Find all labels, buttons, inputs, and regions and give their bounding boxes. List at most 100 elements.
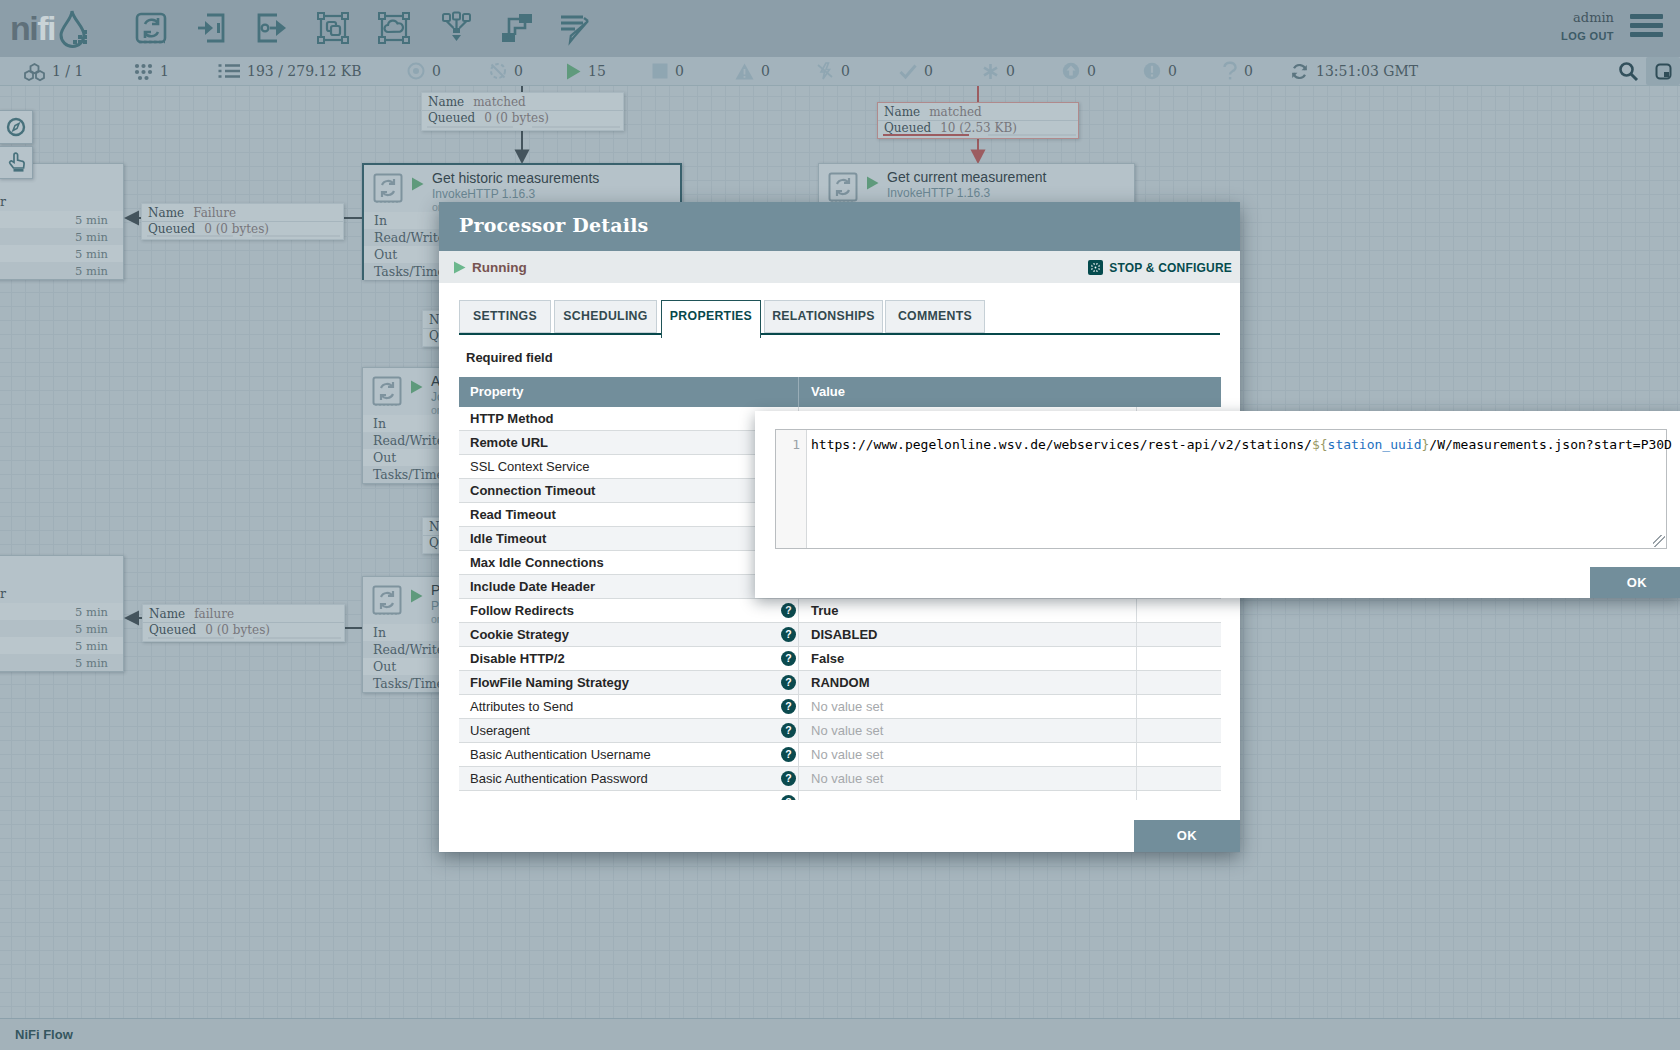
queued-icon xyxy=(218,63,240,79)
search-icon xyxy=(1618,61,1639,82)
connection-label-failure-bottom[interactable]: Namefailure Queued0 (0 bytes) xyxy=(142,604,345,642)
processor-left-top-cut[interactable]: 5 min 5 min 5 min 5 min xyxy=(0,163,124,280)
help-icon[interactable]: ? xyxy=(781,651,796,666)
run-status-icon xyxy=(411,177,424,191)
active-threads-count: 1 xyxy=(160,63,169,79)
property-row[interactable]: Basic Authentication Password?No value s… xyxy=(459,767,1221,791)
stat-row: 5 min xyxy=(0,637,123,654)
disabled-icon xyxy=(816,62,834,80)
stat-row: 5 min xyxy=(0,228,123,245)
stat-transmitting: 0 xyxy=(407,57,441,85)
not-transmitting-count: 0 xyxy=(514,63,523,79)
property-row[interactable]: FlowFile Naming Strategy?RANDOM xyxy=(459,671,1221,695)
stopped-count: 0 xyxy=(675,63,684,79)
global-menu-icon[interactable] xyxy=(1630,14,1663,42)
run-status-icon xyxy=(866,176,879,190)
nifi-drop-icon xyxy=(58,9,91,47)
editor-code-line[interactable]: https://www.pegelonline.wsv.de/webservic… xyxy=(811,437,1661,452)
property-column-header: Property xyxy=(459,377,799,407)
operate-palette-button[interactable] xyxy=(0,146,33,179)
line-number: 1 xyxy=(792,437,800,452)
invalid-icon xyxy=(735,63,754,80)
output-port-tool-icon[interactable] xyxy=(255,11,289,45)
input-port-tool-icon[interactable] xyxy=(195,11,229,45)
template-tool-icon[interactable] xyxy=(500,11,534,45)
property-row[interactable]: Useragent?No value set xyxy=(459,719,1221,743)
run-status-icon xyxy=(410,589,423,603)
help-icon[interactable]: ? xyxy=(781,723,796,738)
running-icon xyxy=(566,63,581,80)
connection-label-matched-red[interactable]: Namematched Queued10 (2.53 KB) xyxy=(877,102,1079,139)
cluster-count: 1 / 1 xyxy=(52,63,83,79)
invalid-count: 0 xyxy=(761,63,770,79)
backpressure-object-bar xyxy=(427,126,513,129)
footer-bar: NiFi Flow xyxy=(0,1018,1680,1050)
processor-left-bottom-cut[interactable]: 5 min 5 min 5 min 5 min xyxy=(0,555,124,672)
search-button[interactable] xyxy=(1618,61,1642,83)
editor-line-gutter: 1 xyxy=(776,430,807,548)
help-icon[interactable]: ? xyxy=(781,603,796,618)
running-icon xyxy=(453,261,466,274)
backpressure-size-bar xyxy=(252,235,340,238)
settings-button[interactable] xyxy=(1646,57,1680,85)
backpressure-size-bar xyxy=(988,134,1076,137)
refresh-icon xyxy=(1291,63,1308,80)
label-tool-icon[interactable] xyxy=(558,11,592,45)
value-editor[interactable]: 1 https://www.pegelonline.wsv.de/webserv… xyxy=(775,429,1667,549)
property-row[interactable]: Disable HTTP/2?False xyxy=(459,647,1221,671)
locally-modified-count: 0 xyxy=(1006,63,1015,79)
logo-text-ni: ni xyxy=(10,9,37,48)
dialog-ok-button[interactable]: OK xyxy=(1134,820,1240,852)
navigate-palette-button[interactable] xyxy=(0,110,33,144)
stat-sync-failure: 0 xyxy=(1223,57,1253,85)
funnel-tool-icon[interactable] xyxy=(440,11,474,45)
resize-handle-icon[interactable] xyxy=(1653,535,1665,547)
transmitting-icon xyxy=(407,62,425,80)
processor-tool-icon[interactable] xyxy=(134,11,168,45)
remote-process-group-tool-icon[interactable] xyxy=(377,11,411,45)
help-icon[interactable]: ? xyxy=(781,627,796,642)
queued-count: 193 / 279.12 KB xyxy=(247,63,362,79)
tab-relationships[interactable]: RELATIONSHIPS xyxy=(764,300,883,333)
property-row[interactable]: Follow Redirects?True xyxy=(459,599,1221,623)
running-count: 15 xyxy=(588,63,606,79)
tab-settings[interactable]: SETTINGS xyxy=(459,300,551,333)
connection-label-failure-top[interactable]: NameFailure Queued0 (0 bytes) xyxy=(141,203,344,240)
property-row-partial[interactable]: ? xyxy=(459,791,1221,800)
stop-and-configure-button[interactable]: STOP & CONFIGURE xyxy=(1087,259,1232,276)
property-row[interactable]: Cookie Strategy?DISABLED xyxy=(459,623,1221,647)
stat-refresh: 13:51:03 GMT xyxy=(1291,57,1418,85)
stat-invalid: 0 xyxy=(735,57,770,85)
cluster-icon xyxy=(24,63,45,80)
locally-modified-stale-count: 0 xyxy=(1168,63,1177,79)
stat-row: 5 min xyxy=(0,620,123,637)
run-status-icon xyxy=(410,380,423,394)
stat-not-transmitting: 0 xyxy=(489,57,523,85)
backpressure-object-bar xyxy=(147,235,233,238)
breadcrumb[interactable]: NiFi Flow xyxy=(15,1027,73,1042)
value-editor-popup: 1 https://www.pegelonline.wsv.de/webserv… xyxy=(755,411,1680,598)
tab-properties[interactable]: PROPERTIES xyxy=(661,300,761,338)
logout-link[interactable]: LOG OUT xyxy=(1561,30,1614,42)
property-row[interactable]: Attributes to Send?No value set xyxy=(459,695,1221,719)
tab-scheduling[interactable]: SCHEDULING xyxy=(554,300,657,333)
nifi-application: nifi xyxy=(0,0,1680,1050)
processor-icon xyxy=(373,173,403,203)
active-threads-icon xyxy=(134,63,153,80)
help-icon[interactable]: ? xyxy=(781,699,796,714)
logo-text-fi: fi xyxy=(37,9,55,48)
backpressure-object-bar xyxy=(148,637,234,640)
backpressure-size-bar xyxy=(253,637,341,640)
editor-ok-button[interactable]: OK xyxy=(1590,567,1680,598)
help-icon[interactable]: ? xyxy=(781,747,796,762)
help-icon[interactable]: ? xyxy=(781,675,796,690)
help-icon[interactable]: ? xyxy=(781,771,796,786)
dialog-status-bar: Running STOP & CONFIGURE xyxy=(439,251,1240,283)
property-row[interactable]: Basic Authentication Username?No value s… xyxy=(459,743,1221,767)
tab-comments[interactable]: COMMENTS xyxy=(885,300,985,333)
stop-configure-icon xyxy=(1087,259,1104,276)
process-group-tool-icon[interactable] xyxy=(316,11,350,45)
stat-row: 5 min xyxy=(0,245,123,262)
processor-name-tail: r xyxy=(0,194,6,209)
connection-label-matched-top[interactable]: Namematched Queued0 (0 bytes) xyxy=(421,92,624,131)
